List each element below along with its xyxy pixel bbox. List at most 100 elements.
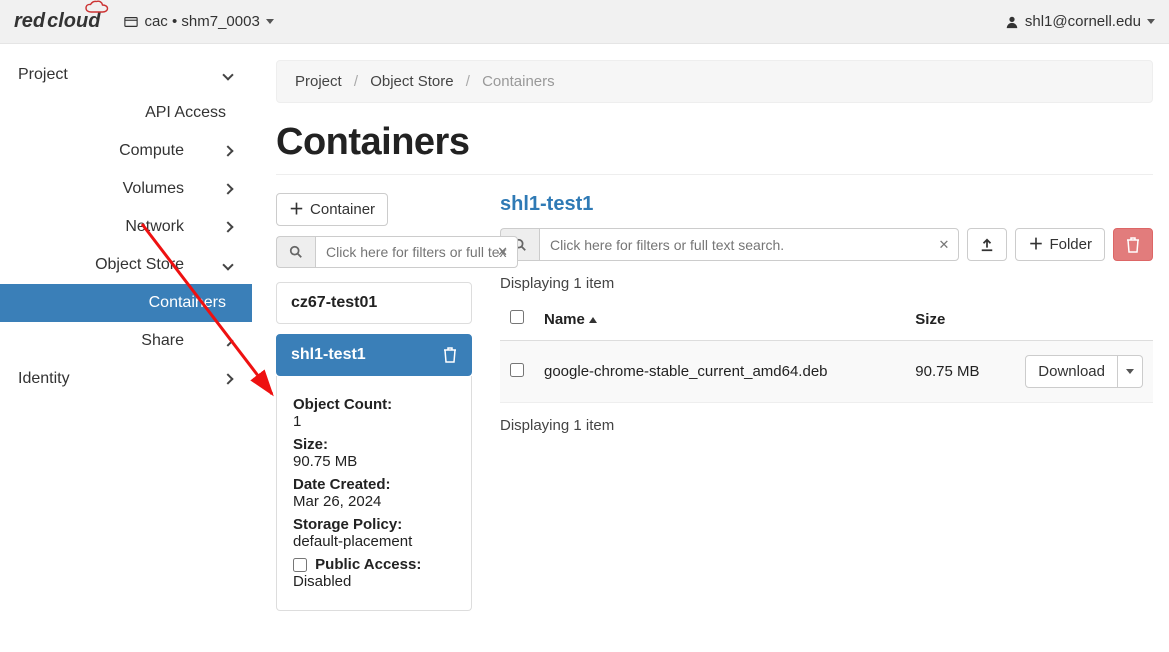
new-folder-button[interactable]: ＋ Folder	[1015, 228, 1105, 261]
object-name[interactable]: google-chrome-stable_current_amd64.deb	[534, 341, 905, 403]
nav-volumes-label: Volumes	[123, 180, 184, 198]
chevron-right-icon	[222, 373, 233, 384]
main-content: Project / Object Store / Containers Cont…	[252, 44, 1169, 651]
col-size[interactable]: Size	[905, 298, 1015, 341]
divider	[276, 174, 1153, 175]
chevron-down-icon	[222, 69, 233, 80]
breadcrumb-project[interactable]: Project	[295, 73, 342, 90]
nav-network-label: Network	[125, 218, 184, 236]
nav-project-label: Project	[18, 66, 68, 84]
storage-policy-label: Storage Policy:	[293, 516, 455, 533]
user-menu[interactable]: shl1@cornell.edu	[1005, 13, 1155, 30]
search-addon	[276, 236, 315, 268]
table-row: google-chrome-stable_current_amd64.deb 9…	[500, 341, 1153, 403]
row-checkbox[interactable]	[510, 363, 524, 377]
nav-api-access[interactable]: API Access	[0, 94, 252, 132]
download-label: Download	[1038, 363, 1105, 380]
date-created-label: Date Created:	[293, 476, 455, 493]
public-access-label-text: Public Access:	[315, 556, 421, 573]
download-button[interactable]: Download	[1025, 355, 1118, 388]
col-size-label: Size	[915, 311, 945, 328]
page-title: Containers	[276, 121, 1153, 164]
chevron-down-icon	[222, 259, 233, 270]
container-filter-input[interactable]	[315, 236, 518, 268]
delete-button[interactable]	[1113, 228, 1153, 261]
project-switcher[interactable]: cac • shm7_0003	[124, 13, 273, 30]
sidebar: Project API Access Compute Volumes Netwo…	[0, 44, 252, 651]
size-label: Size:	[293, 436, 455, 453]
chevron-right-icon	[222, 335, 233, 346]
search-icon	[289, 245, 303, 259]
col-name[interactable]: Name	[534, 298, 905, 341]
nav-api-access-label: API Access	[145, 104, 226, 122]
displaying-top: Displaying 1 item	[500, 275, 1153, 292]
breadcrumb: Project / Object Store / Containers	[276, 60, 1153, 103]
user-email: shl1@cornell.edu	[1025, 13, 1141, 30]
clear-icon[interactable]: ✕	[939, 237, 950, 253]
nav-volumes[interactable]: Volumes	[0, 170, 252, 208]
nav-identity-label: Identity	[18, 370, 70, 388]
upload-button[interactable]	[967, 228, 1007, 261]
public-access-value: Disabled	[293, 573, 455, 590]
brand-logo[interactable]: redcloud	[14, 10, 100, 33]
object-size: 90.75 MB	[905, 341, 1015, 403]
nav-network[interactable]: Network	[0, 208, 252, 246]
folder-label: Folder	[1049, 236, 1092, 253]
object-count-label: Object Count:	[293, 396, 455, 413]
size-value: 90.75 MB	[293, 453, 455, 470]
cloud-icon	[84, 0, 112, 16]
upload-icon	[980, 238, 994, 252]
new-container-label: Container	[310, 201, 375, 218]
col-name-label: Name	[544, 311, 585, 328]
topbar: redcloud cac • shm7_0003 shl1@cornell.ed…	[0, 0, 1169, 44]
date-created-value: Mar 26, 2024	[293, 493, 455, 510]
caret-down-icon	[1126, 369, 1134, 374]
plus-icon: ＋	[1028, 237, 1043, 252]
caret-down-icon	[266, 19, 274, 24]
container-details: Object Count: 1 Size: 90.75 MB Date Crea…	[276, 376, 472, 611]
container-item-cz67[interactable]: cz67-test01	[276, 282, 472, 324]
breadcrumb-sep: /	[354, 73, 358, 90]
object-filter-input[interactable]	[539, 228, 959, 261]
plus-icon: ＋	[289, 202, 304, 217]
trash-icon	[1126, 237, 1140, 253]
nav-object-store[interactable]: Object Store	[0, 246, 252, 284]
container-list-panel: ＋ Container ✕ cz67-test01	[276, 193, 472, 611]
nav-object-store-label: Object Store	[95, 256, 184, 274]
container-item-shl1[interactable]: shl1-test1	[276, 334, 472, 376]
clear-icon[interactable]: ✕	[497, 244, 508, 260]
object-count-value: 1	[293, 413, 455, 430]
selected-container-title[interactable]: shl1-test1	[500, 193, 1153, 216]
nav-containers[interactable]: Containers	[0, 284, 252, 322]
public-access-checkbox[interactable]	[293, 558, 307, 572]
breadcrumb-containers: Containers	[482, 73, 555, 90]
brand-red: red	[14, 10, 45, 33]
project-switcher-label: cac • shm7_0003	[144, 13, 259, 30]
nav-share-label: Share	[141, 332, 184, 350]
chevron-right-icon	[222, 145, 233, 156]
nav-containers-label: Containers	[149, 294, 226, 312]
chevron-right-icon	[222, 221, 233, 232]
topbar-left: redcloud cac • shm7_0003	[14, 10, 274, 33]
container-name: shl1-test1	[291, 346, 366, 364]
trash-icon[interactable]	[443, 347, 457, 363]
breadcrumb-sep: /	[466, 73, 470, 90]
select-all-checkbox[interactable]	[510, 310, 524, 324]
layers-icon	[124, 15, 138, 29]
user-icon	[1005, 15, 1019, 29]
sort-asc-icon	[589, 317, 597, 323]
public-access-label: Public Access:	[293, 556, 455, 573]
displaying-bottom: Displaying 1 item	[500, 417, 1153, 434]
nav-compute-label: Compute	[119, 142, 184, 160]
nav-project[interactable]: Project	[0, 56, 252, 94]
new-container-button[interactable]: ＋ Container	[276, 193, 388, 226]
nav-identity[interactable]: Identity	[0, 360, 252, 398]
nav-share[interactable]: Share	[0, 322, 252, 360]
chevron-right-icon	[222, 183, 233, 194]
object-table: Name Size google-chrome-stable_current_a…	[500, 298, 1153, 403]
breadcrumb-object-store[interactable]: Object Store	[370, 73, 453, 90]
container-name: cz67-test01	[291, 294, 377, 312]
storage-policy-value: default-placement	[293, 533, 455, 550]
nav-compute[interactable]: Compute	[0, 132, 252, 170]
row-actions-dropdown[interactable]	[1118, 355, 1143, 388]
